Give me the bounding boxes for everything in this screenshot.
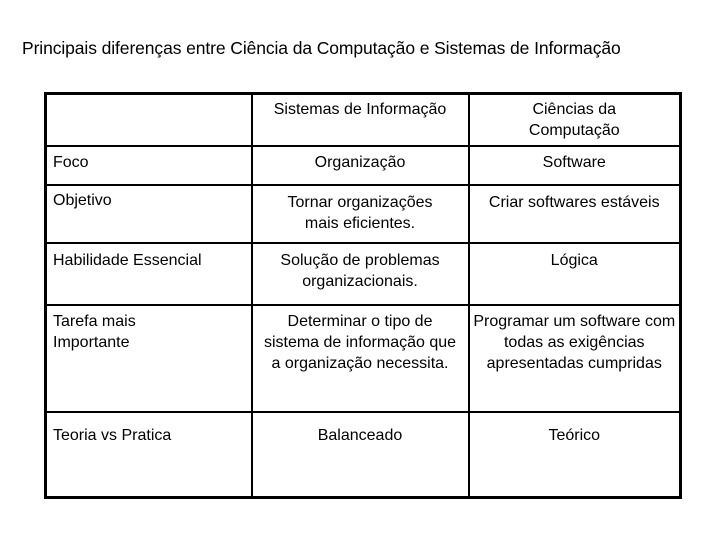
row-label: Objetivo: [44, 183, 253, 244]
table-header-row: Sistemas de Informação Ciências da Compu…: [44, 92, 682, 147]
table-row: Teoria vs Pratica Balanceado Teórico: [44, 410, 682, 499]
comparison-table: Sistemas de Informação Ciências da Compu…: [44, 92, 682, 499]
row-label: Tarefa mais Importante: [44, 303, 253, 413]
cell-si: Tornar organizações mais eficientes.: [250, 183, 470, 244]
cell-cc: Criar softwares estáveis: [467, 183, 682, 244]
cell-cc: Programar um software com todas as exigê…: [467, 303, 682, 413]
table-row: Tarefa mais Importante Determinar o tipo…: [44, 303, 682, 413]
header-ciencias-da-computacao: Ciências da Computação: [467, 92, 682, 147]
table-row: Objetivo Tornar organizações mais eficie…: [44, 183, 682, 244]
row-label: Foco: [44, 144, 253, 186]
cell-si: Determinar o tipo de sistema de informaç…: [250, 303, 470, 413]
cell-cc: Software: [467, 144, 682, 186]
cell-si: Solução de problemas organizacionais.: [250, 241, 470, 306]
cell-cc: Lógica: [467, 241, 682, 306]
header-sistemas-de-informacao: Sistemas de Informação: [250, 92, 470, 147]
row-label: Teoria vs Pratica: [44, 410, 253, 499]
cell-cc: Teórico: [467, 410, 682, 499]
cell-si: Organização: [250, 144, 470, 186]
cell-si: Balanceado: [250, 410, 470, 499]
header-empty-cell: [44, 92, 253, 147]
row-label: Habilidade Essencial: [44, 241, 253, 306]
page-title: Principais diferenças entre Ciência da C…: [22, 38, 621, 58]
table-row: Foco Organização Software: [44, 144, 682, 186]
table-row: Habilidade Essencial Solução de problema…: [44, 241, 682, 306]
